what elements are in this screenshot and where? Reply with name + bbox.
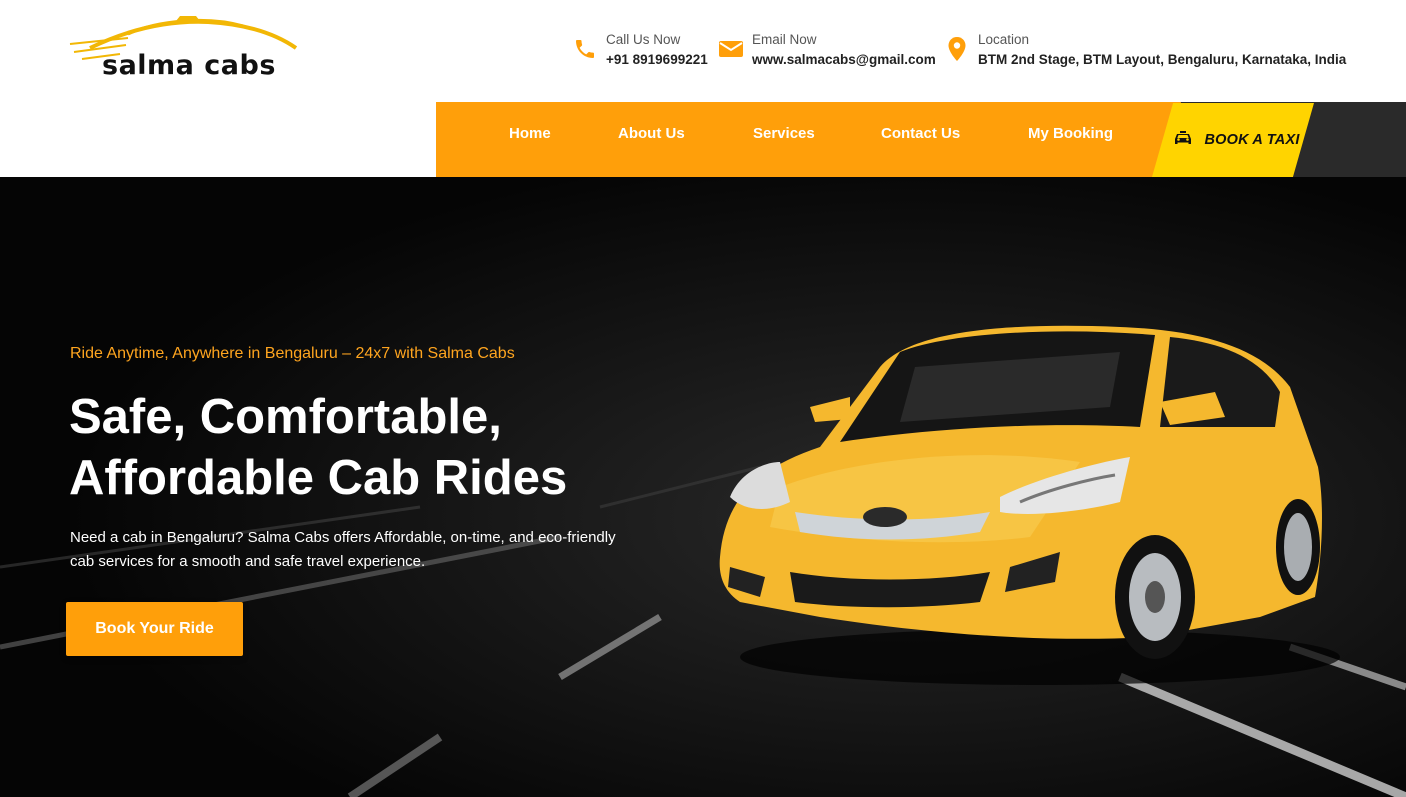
phone-icon <box>572 36 598 62</box>
nav-about-us[interactable]: About Us <box>618 125 685 142</box>
call-number[interactable]: +91 8919699221 <box>606 51 708 68</box>
location-contact[interactable]: Location BTM 2nd Stage, BTM Layout, Beng… <box>944 31 1346 68</box>
headline-line-2: Affordable Cab Rides <box>69 451 568 505</box>
nav-services[interactable]: Services <box>753 125 815 142</box>
headline-line-1: Safe, Comfortable, <box>69 390 502 444</box>
email-label: Email Now <box>752 32 817 47</box>
hero-headline: Safe, Comfortable, Affordable Cab Rides <box>69 387 689 509</box>
logo[interactable]: salma cabs <box>68 14 300 84</box>
logo-text: salma cabs <box>102 50 276 81</box>
email-address[interactable]: www.salmacabs@gmail.com <box>752 51 936 68</box>
location-label: Location <box>978 32 1030 47</box>
nav-my-booking[interactable]: My Booking <box>1028 125 1113 142</box>
map-pin-icon <box>944 36 970 62</box>
hero-tagline: Ride Anytime, Anywhere in Bengaluru – 24… <box>70 345 515 362</box>
call-label: Call Us Now <box>606 32 681 47</box>
top-header: salma cabs Call Us Now +91 8919699221 Em… <box>0 0 1406 102</box>
hero-section: Ride Anytime, Anywhere in Bengaluru – 24… <box>0 177 1406 797</box>
call-contact[interactable]: Call Us Now +91 8919699221 <box>572 31 708 68</box>
location-address: BTM 2nd Stage, BTM Layout, Bengaluru, Ka… <box>978 52 1347 67</box>
envelope-icon <box>718 36 744 62</box>
book-your-ride-button[interactable]: Book Your Ride <box>66 602 243 656</box>
yellow-taxi-car-image <box>719 325 1340 685</box>
nav-bar: Home About Us Services Contact Us My Boo… <box>436 102 1181 177</box>
hero-description: Need a cab in Bengaluru? Salma Cabs offe… <box>70 529 616 570</box>
nav-home[interactable]: Home <box>509 125 551 142</box>
nav-contact-us[interactable]: Contact Us <box>881 125 960 142</box>
taxi-icon <box>1174 130 1192 151</box>
main-nav: Home About Us Services Contact Us My Boo… <box>436 102 1406 177</box>
nav-left-spacer <box>0 102 436 177</box>
book-a-taxi-label: BOOK A TAXI <box>1204 132 1300 148</box>
email-contact[interactable]: Email Now www.salmacabs@gmail.com <box>718 31 936 68</box>
book-a-taxi-button[interactable]: BOOK A TAXI <box>1152 103 1314 177</box>
